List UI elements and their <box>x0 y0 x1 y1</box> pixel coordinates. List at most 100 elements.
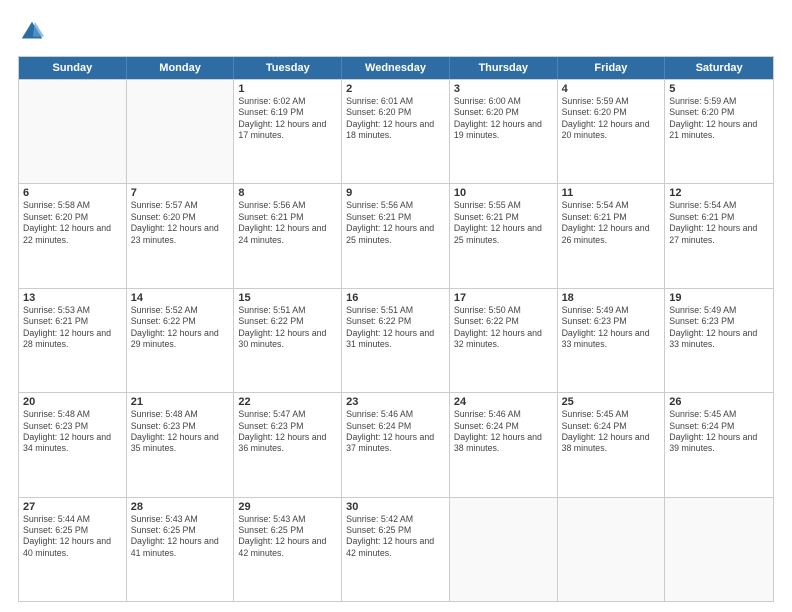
cell-day: 11 <box>562 187 661 199</box>
cell-day: 9 <box>346 187 445 199</box>
cal-row-4: 20Sunrise: 5:48 AM Sunset: 6:23 PM Dayli… <box>19 392 773 496</box>
cal-cell-3-3: 15Sunrise: 5:51 AM Sunset: 6:22 PM Dayli… <box>234 289 342 392</box>
cell-info: Sunrise: 5:58 AM Sunset: 6:20 PM Dayligh… <box>23 200 122 246</box>
cell-day: 26 <box>669 396 769 408</box>
cal-cell-5-1: 27Sunrise: 5:44 AM Sunset: 6:25 PM Dayli… <box>19 498 127 601</box>
cal-cell-1-3: 1Sunrise: 6:02 AM Sunset: 6:19 PM Daylig… <box>234 80 342 183</box>
cal-row-1: 1Sunrise: 6:02 AM Sunset: 6:19 PM Daylig… <box>19 79 773 183</box>
cal-cell-5-7 <box>665 498 773 601</box>
cell-day: 5 <box>669 83 769 95</box>
cell-info: Sunrise: 5:43 AM Sunset: 6:25 PM Dayligh… <box>131 514 230 560</box>
cell-day: 8 <box>238 187 337 199</box>
cal-cell-2-2: 7Sunrise: 5:57 AM Sunset: 6:20 PM Daylig… <box>127 184 235 287</box>
header-day-sunday: Sunday <box>19 57 127 79</box>
cell-day: 18 <box>562 292 661 304</box>
cell-info: Sunrise: 6:00 AM Sunset: 6:20 PM Dayligh… <box>454 96 553 142</box>
cal-cell-2-4: 9Sunrise: 5:56 AM Sunset: 6:21 PM Daylig… <box>342 184 450 287</box>
cell-info: Sunrise: 6:01 AM Sunset: 6:20 PM Dayligh… <box>346 96 445 142</box>
cell-info: Sunrise: 5:56 AM Sunset: 6:21 PM Dayligh… <box>346 200 445 246</box>
cell-info: Sunrise: 5:44 AM Sunset: 6:25 PM Dayligh… <box>23 514 122 560</box>
cell-info: Sunrise: 5:54 AM Sunset: 6:21 PM Dayligh… <box>669 200 769 246</box>
cell-day: 25 <box>562 396 661 408</box>
cell-info: Sunrise: 5:43 AM Sunset: 6:25 PM Dayligh… <box>238 514 337 560</box>
cell-info: Sunrise: 5:45 AM Sunset: 6:24 PM Dayligh… <box>669 409 769 455</box>
cal-cell-5-3: 29Sunrise: 5:43 AM Sunset: 6:25 PM Dayli… <box>234 498 342 601</box>
cell-info: Sunrise: 5:49 AM Sunset: 6:23 PM Dayligh… <box>669 305 769 351</box>
cal-cell-3-6: 18Sunrise: 5:49 AM Sunset: 6:23 PM Dayli… <box>558 289 666 392</box>
cell-info: Sunrise: 5:51 AM Sunset: 6:22 PM Dayligh… <box>346 305 445 351</box>
cal-cell-2-5: 10Sunrise: 5:55 AM Sunset: 6:21 PM Dayli… <box>450 184 558 287</box>
cell-info: Sunrise: 6:02 AM Sunset: 6:19 PM Dayligh… <box>238 96 337 142</box>
header-day-friday: Friday <box>558 57 666 79</box>
cell-info: Sunrise: 5:55 AM Sunset: 6:21 PM Dayligh… <box>454 200 553 246</box>
cell-info: Sunrise: 5:42 AM Sunset: 6:25 PM Dayligh… <box>346 514 445 560</box>
header-day-monday: Monday <box>127 57 235 79</box>
cal-cell-3-2: 14Sunrise: 5:52 AM Sunset: 6:22 PM Dayli… <box>127 289 235 392</box>
cal-cell-1-7: 5Sunrise: 5:59 AM Sunset: 6:20 PM Daylig… <box>665 80 773 183</box>
cell-info: Sunrise: 5:53 AM Sunset: 6:21 PM Dayligh… <box>23 305 122 351</box>
cell-day: 17 <box>454 292 553 304</box>
cal-cell-1-5: 3Sunrise: 6:00 AM Sunset: 6:20 PM Daylig… <box>450 80 558 183</box>
cell-day: 24 <box>454 396 553 408</box>
cell-info: Sunrise: 5:59 AM Sunset: 6:20 PM Dayligh… <box>669 96 769 142</box>
cal-cell-4-7: 26Sunrise: 5:45 AM Sunset: 6:24 PM Dayli… <box>665 393 773 496</box>
cell-day: 21 <box>131 396 230 408</box>
header <box>18 18 774 46</box>
cell-day: 4 <box>562 83 661 95</box>
header-day-saturday: Saturday <box>665 57 773 79</box>
cal-cell-3-1: 13Sunrise: 5:53 AM Sunset: 6:21 PM Dayli… <box>19 289 127 392</box>
cell-info: Sunrise: 5:45 AM Sunset: 6:24 PM Dayligh… <box>562 409 661 455</box>
cell-day: 29 <box>238 501 337 513</box>
cell-info: Sunrise: 5:54 AM Sunset: 6:21 PM Dayligh… <box>562 200 661 246</box>
logo <box>18 18 50 46</box>
cell-day: 23 <box>346 396 445 408</box>
cal-row-3: 13Sunrise: 5:53 AM Sunset: 6:21 PM Dayli… <box>19 288 773 392</box>
cal-cell-4-3: 22Sunrise: 5:47 AM Sunset: 6:23 PM Dayli… <box>234 393 342 496</box>
cal-cell-1-1 <box>19 80 127 183</box>
cell-day: 20 <box>23 396 122 408</box>
cal-cell-1-2 <box>127 80 235 183</box>
cal-cell-2-1: 6Sunrise: 5:58 AM Sunset: 6:20 PM Daylig… <box>19 184 127 287</box>
cal-cell-5-5 <box>450 498 558 601</box>
cell-day: 10 <box>454 187 553 199</box>
cell-day: 2 <box>346 83 445 95</box>
cell-info: Sunrise: 5:50 AM Sunset: 6:22 PM Dayligh… <box>454 305 553 351</box>
cal-cell-3-4: 16Sunrise: 5:51 AM Sunset: 6:22 PM Dayli… <box>342 289 450 392</box>
cal-cell-3-7: 19Sunrise: 5:49 AM Sunset: 6:23 PM Dayli… <box>665 289 773 392</box>
cell-info: Sunrise: 5:56 AM Sunset: 6:21 PM Dayligh… <box>238 200 337 246</box>
cell-day: 16 <box>346 292 445 304</box>
calendar: SundayMondayTuesdayWednesdayThursdayFrid… <box>18 56 774 602</box>
cal-cell-1-6: 4Sunrise: 5:59 AM Sunset: 6:20 PM Daylig… <box>558 80 666 183</box>
header-day-thursday: Thursday <box>450 57 558 79</box>
cell-day: 13 <box>23 292 122 304</box>
cell-info: Sunrise: 5:46 AM Sunset: 6:24 PM Dayligh… <box>454 409 553 455</box>
cell-info: Sunrise: 5:49 AM Sunset: 6:23 PM Dayligh… <box>562 305 661 351</box>
calendar-header: SundayMondayTuesdayWednesdayThursdayFrid… <box>19 57 773 79</box>
logo-icon <box>18 18 46 46</box>
page: SundayMondayTuesdayWednesdayThursdayFrid… <box>0 0 792 612</box>
cell-info: Sunrise: 5:51 AM Sunset: 6:22 PM Dayligh… <box>238 305 337 351</box>
cal-cell-5-4: 30Sunrise: 5:42 AM Sunset: 6:25 PM Dayli… <box>342 498 450 601</box>
cal-cell-3-5: 17Sunrise: 5:50 AM Sunset: 6:22 PM Dayli… <box>450 289 558 392</box>
cell-day: 30 <box>346 501 445 513</box>
cal-row-2: 6Sunrise: 5:58 AM Sunset: 6:20 PM Daylig… <box>19 183 773 287</box>
cell-info: Sunrise: 5:47 AM Sunset: 6:23 PM Dayligh… <box>238 409 337 455</box>
cell-info: Sunrise: 5:48 AM Sunset: 6:23 PM Dayligh… <box>131 409 230 455</box>
cell-day: 28 <box>131 501 230 513</box>
cal-cell-2-7: 12Sunrise: 5:54 AM Sunset: 6:21 PM Dayli… <box>665 184 773 287</box>
cal-cell-2-3: 8Sunrise: 5:56 AM Sunset: 6:21 PM Daylig… <box>234 184 342 287</box>
cal-cell-4-1: 20Sunrise: 5:48 AM Sunset: 6:23 PM Dayli… <box>19 393 127 496</box>
cell-info: Sunrise: 5:48 AM Sunset: 6:23 PM Dayligh… <box>23 409 122 455</box>
cal-cell-1-4: 2Sunrise: 6:01 AM Sunset: 6:20 PM Daylig… <box>342 80 450 183</box>
cell-day: 19 <box>669 292 769 304</box>
calendar-body: 1Sunrise: 6:02 AM Sunset: 6:19 PM Daylig… <box>19 79 773 601</box>
header-day-tuesday: Tuesday <box>234 57 342 79</box>
cell-day: 14 <box>131 292 230 304</box>
cal-cell-5-2: 28Sunrise: 5:43 AM Sunset: 6:25 PM Dayli… <box>127 498 235 601</box>
cell-day: 27 <box>23 501 122 513</box>
cell-day: 3 <box>454 83 553 95</box>
cal-cell-4-5: 24Sunrise: 5:46 AM Sunset: 6:24 PM Dayli… <box>450 393 558 496</box>
cell-info: Sunrise: 5:59 AM Sunset: 6:20 PM Dayligh… <box>562 96 661 142</box>
cell-info: Sunrise: 5:46 AM Sunset: 6:24 PM Dayligh… <box>346 409 445 455</box>
cell-day: 6 <box>23 187 122 199</box>
